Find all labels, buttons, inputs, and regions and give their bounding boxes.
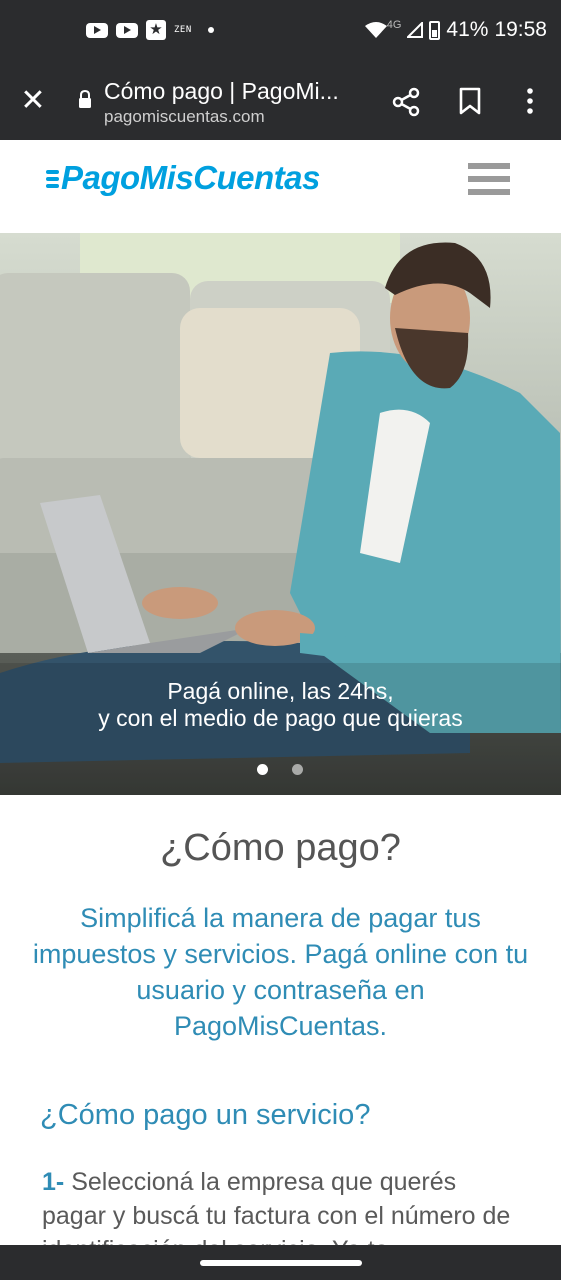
browser-toolbar: ✕ Cómo pago | PagoMi... pagomiscuentas.c…: [0, 64, 561, 140]
hero-caption-line-1: Pagá online, las 24hs,: [167, 678, 394, 704]
battery-percent: 41%: [446, 18, 489, 41]
more-options-icon[interactable]: [516, 86, 544, 116]
bookmark-icon[interactable]: [456, 86, 484, 116]
site-header: PagoMisCuentas: [0, 140, 561, 233]
status-bar: ★ ZEN 4G 41% 19:58: [0, 0, 561, 64]
intro-text: Simplificá la manera de pagar tus impues…: [32, 903, 529, 1041]
carousel-dot[interactable]: [292, 764, 303, 775]
page-heading: ¿Cómo pago?: [160, 827, 401, 869]
notification-dot-icon: [207, 27, 214, 33]
youtube-icon: [116, 22, 138, 38]
battery-icon: [429, 20, 441, 40]
home-gesture-handle[interactable]: [200, 1260, 362, 1266]
page-url: pagomiscuentas.com: [104, 107, 265, 126]
section-heading: ¿Cómo pago un servicio?: [40, 1099, 371, 1131]
carousel-indicators: [257, 764, 303, 775]
main-content: ¿Cómo pago? Simplificá la manera de paga…: [0, 795, 561, 1264]
youtube-icon: [86, 22, 108, 38]
hero-caption-line-2: y con el medio de pago que quieras: [98, 705, 463, 731]
clock: 19:58: [494, 18, 547, 41]
signal-icon: [407, 22, 424, 38]
hero-carousel[interactable]: Pagá online, las 24hs, y con el medio de…: [0, 233, 561, 795]
hamburger-menu-icon[interactable]: [468, 163, 510, 199]
carousel-dot-active[interactable]: [257, 764, 268, 775]
share-icon[interactable]: [390, 86, 422, 118]
step-number: 1-: [42, 1168, 65, 1196]
site-logo[interactable]: PagoMisCuentas: [46, 159, 320, 197]
logo-text: PagoMisCuentas: [61, 159, 320, 196]
wifi-icon: [364, 22, 387, 38]
lock-icon: [79, 90, 91, 108]
zen-icon: ZEN: [174, 25, 192, 35]
network-type: 4G: [386, 19, 402, 31]
system-indicators: 4G 41% 19:58: [364, 18, 547, 42]
navigation-bar: [0, 1245, 561, 1280]
notification-icons: ★ ZEN: [86, 20, 214, 40]
star-app-icon: ★: [146, 20, 166, 40]
close-icon[interactable]: ✕: [18, 86, 48, 116]
logo-mark-icon: [46, 168, 59, 190]
page-title: Cómo pago | PagoMi...: [104, 78, 339, 104]
hero-caption: Pagá online, las 24hs, y con el medio de…: [0, 678, 561, 732]
